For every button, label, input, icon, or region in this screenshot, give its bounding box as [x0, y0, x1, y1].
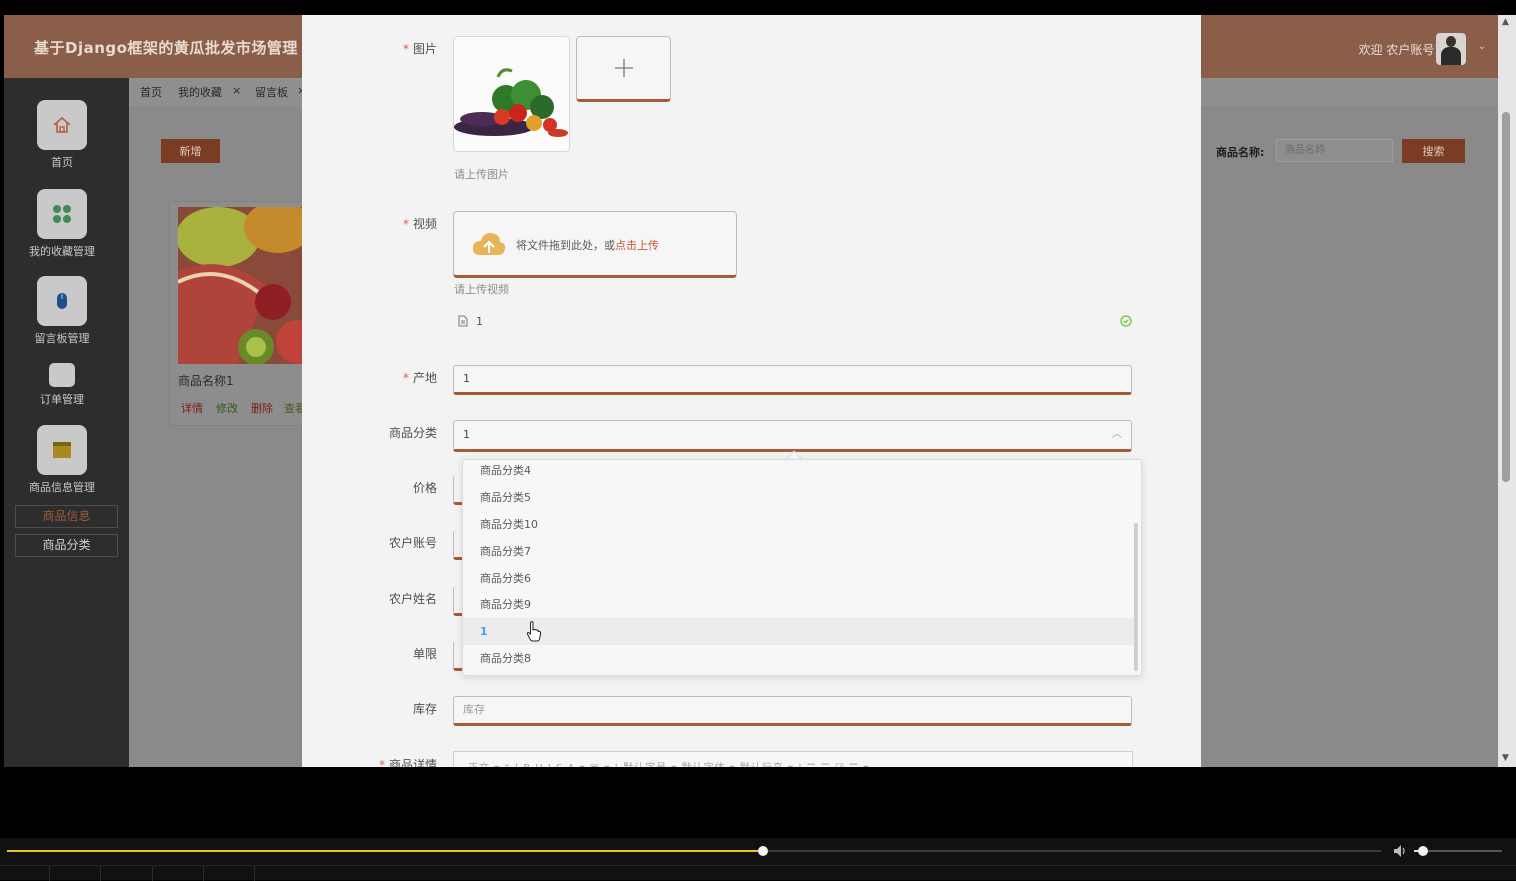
editor-toolbar[interactable]: 正文 ▾ “ | B U I S A ▾ ▣ ▾ | 默认字号 ▾ 默认字体 ▾… — [468, 759, 869, 767]
edit-modal: * 图片 请上传图片 * 视频 将文件拖到此处，或点击上传 请上传视频 1 * … — [302, 15, 1201, 767]
sidebar-item-messages[interactable]: 留言板管理 — [4, 276, 120, 346]
scrollbar-thumb[interactable] — [1502, 112, 1510, 482]
sidebar-item-favorites[interactable]: 我的收藏管理 — [4, 189, 120, 259]
video-label: * 视频 — [402, 217, 437, 231]
uploaded-file-item[interactable]: 1 — [458, 314, 1132, 330]
seek-progress — [7, 850, 763, 852]
add-button[interactable]: 新增 — [161, 139, 220, 163]
product-image — [178, 207, 310, 364]
detail-link[interactable]: 详情 — [181, 400, 203, 416]
tab-favorites[interactable]: 我的收藏 — [178, 84, 222, 100]
welcome-text: 欢迎 农户账号1 — [1358, 43, 1442, 57]
sidebar-sub-item-product-category[interactable]: 商品分类 — [15, 534, 118, 557]
sidebar-item-label: 留言板管理 — [34, 332, 90, 345]
sidebar-item-label: 订单管理 — [40, 393, 84, 406]
page-scrollbar[interactable]: ▲ ▼ — [1498, 15, 1516, 767]
product-card[interactable]: 商品名称1 详情 修改 删除 查看 — [169, 201, 310, 426]
limit-label: 单限 — [412, 647, 437, 661]
mouse-icon — [37, 276, 87, 326]
sidebar-item-orders[interactable]: 订单管理 — [4, 363, 120, 407]
app-title: 基于Django框架的黄瓜批发市场管理 — [34, 39, 298, 57]
grid-icon — [37, 189, 87, 239]
sidebar: 首页 我的收藏管理 留言板管理 订单管理 商品信息管理 商品信息 商品分类 — [4, 78, 129, 767]
dropdown-option[interactable]: 商品分类4 — [463, 460, 1135, 484]
category-label: 商品分类 — [388, 426, 437, 440]
stock-label: 库存 — [412, 702, 437, 716]
document-icon — [458, 315, 468, 327]
search-button[interactable]: 搜索 — [1402, 139, 1465, 163]
search-input[interactable]: 商品名称 — [1276, 139, 1393, 162]
sidebar-sub-item-product-info[interactable]: 商品信息 — [15, 505, 118, 528]
home-icon — [37, 100, 87, 150]
add-image-button[interactable] — [576, 36, 671, 102]
app-window: 基于Django框架的黄瓜批发市场管理 欢迎 农户账号1 ⌄ 首页 我的收藏管理 — [4, 15, 1498, 767]
video-upload-dropzone[interactable]: 将文件拖到此处，或点击上传 — [453, 211, 737, 278]
avatar[interactable] — [1436, 33, 1466, 65]
volume-handle[interactable] — [1417, 846, 1428, 856]
hand-cursor-icon — [526, 621, 542, 642]
screen: 基于Django框架的黄瓜批发市场管理 欢迎 农户账号1 ⌄ 首页 我的收藏管理 — [0, 0, 1516, 881]
category-dropdown: 商品分类4 商品分类5 商品分类10 商品分类7 商品分类6 商品分类9 1 商… — [462, 459, 1142, 676]
image-hint: 请上传图片 — [454, 168, 509, 181]
click-upload-link[interactable]: 点击上传 — [615, 239, 659, 252]
scroll-down-icon[interactable]: ▼ — [1502, 753, 1509, 763]
close-icon[interactable]: × — [232, 84, 241, 97]
seek-handle[interactable] — [757, 846, 768, 856]
sidebar-item-label: 商品信息管理 — [29, 481, 95, 494]
category-value: 1 — [463, 428, 470, 441]
stock-input[interactable]: 库存 — [453, 696, 1132, 726]
farmer-name-label: 农户姓名 — [388, 592, 437, 606]
dropdown-option-selected[interactable]: 1 — [463, 618, 1135, 645]
dropdown-option[interactable]: 商品分类7 — [463, 538, 1135, 565]
image-label: * 图片 — [402, 42, 437, 56]
plus-icon — [614, 59, 633, 77]
chevron-down-icon[interactable]: ⌄ — [1478, 41, 1486, 52]
search-label: 商品名称: — [1216, 146, 1265, 159]
success-check-icon — [1120, 315, 1132, 327]
player-controls-row — [0, 865, 1516, 881]
dropdown-option[interactable]: 商品分类6 — [463, 565, 1135, 592]
sidebar-item-label: 首页 — [51, 156, 73, 169]
scroll-up-icon[interactable]: ▲ — [1502, 17, 1509, 27]
dropdown-scrollbar[interactable] — [1134, 523, 1138, 671]
tab-messages[interactable]: 留言板 — [255, 84, 288, 100]
chevron-up-icon: ︿ — [1112, 429, 1122, 440]
origin-input[interactable]: 1 — [453, 365, 1132, 395]
uploaded-image[interactable] — [453, 36, 570, 152]
sidebar-item-home[interactable]: 首页 — [4, 100, 120, 170]
cloud-upload-icon — [472, 233, 506, 255]
file-name: 1 — [476, 315, 483, 328]
box-icon — [37, 425, 87, 475]
product-name: 商品名称1 — [178, 374, 234, 388]
dropdown-option[interactable]: 商品分类5 — [463, 484, 1135, 511]
order-icon — [49, 363, 75, 387]
sidebar-item-products[interactable]: 商品信息管理 — [4, 425, 120, 495]
sidebar-item-label: 我的收藏管理 — [29, 245, 95, 258]
tab-home[interactable]: 首页 — [140, 84, 162, 100]
dropdown-option[interactable]: 商品分类9 — [463, 591, 1135, 618]
dropzone-text: 将文件拖到此处，或点击上传 — [516, 239, 659, 252]
category-select[interactable]: 1 ︿ — [453, 420, 1132, 452]
dropdown-option[interactable]: 商品分类8 — [463, 645, 1135, 672]
price-label: 价格 — [412, 481, 437, 495]
volume-icon[interactable] — [1392, 843, 1408, 859]
rich-text-editor[interactable]: 正文 ▾ “ | B U I S A ▾ ▣ ▾ | 默认字号 ▾ 默认字体 ▾… — [453, 751, 1133, 767]
edit-link[interactable]: 修改 — [216, 400, 238, 416]
origin-label: * 产地 — [402, 371, 437, 385]
delete-link[interactable]: 删除 — [251, 400, 273, 416]
farmer-account-label: 农户账号 — [388, 536, 437, 550]
details-label: * 商品详情 — [378, 758, 437, 767]
video-player-bar — [0, 838, 1516, 881]
dropdown-option[interactable]: 商品分类10 — [463, 511, 1135, 538]
video-hint: 请上传视频 — [454, 283, 509, 296]
